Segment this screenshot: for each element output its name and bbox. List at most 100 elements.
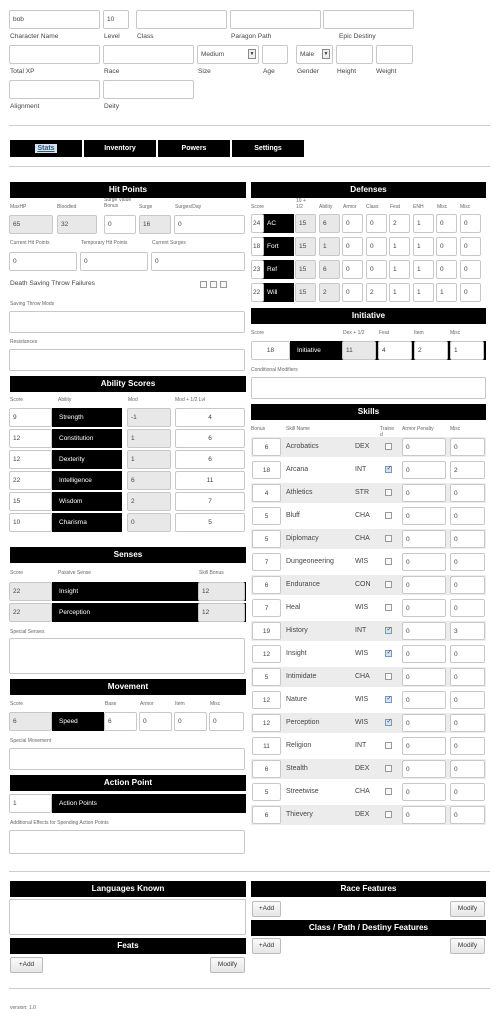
trained-checkbox[interactable] <box>385 673 392 680</box>
tab-settings[interactable]: Settings <box>232 140 304 157</box>
trained-checkbox[interactable] <box>385 694 392 703</box>
defense-component-input[interactable]: 1 <box>413 237 434 256</box>
defense-component-input[interactable]: 1 <box>436 283 457 302</box>
level-input[interactable]: 10 <box>103 10 129 29</box>
defense-component-input[interactable]: 1 <box>413 260 434 279</box>
epic-destiny-input[interactable] <box>323 10 414 29</box>
tab-powers[interactable]: Powers <box>158 140 230 157</box>
height-input[interactable] <box>336 45 373 64</box>
initiative-feat-input[interactable]: 4 <box>378 341 412 360</box>
skill-misc-input[interactable]: 0 <box>450 507 485 525</box>
action-points-input[interactable]: 1 <box>9 794 52 813</box>
armor-penalty-input[interactable]: 0 <box>402 668 446 686</box>
initiative-misc-input[interactable]: 1 <box>450 341 484 360</box>
armor-penalty-input[interactable]: 0 <box>402 622 446 640</box>
total-xp-input[interactable] <box>9 45 100 64</box>
class-features-add-button[interactable]: +Add <box>252 938 281 954</box>
defense-component-input[interactable]: 0 <box>342 260 363 279</box>
ability-score-input[interactable]: 22 <box>9 471 52 490</box>
trained-checkbox[interactable] <box>385 581 392 588</box>
current-surges-input[interactable]: 0 <box>151 252 245 271</box>
armor-penalty-input[interactable]: 0 <box>402 576 446 594</box>
defense-component-input[interactable]: 0 <box>342 283 363 302</box>
death-save-checkbox[interactable] <box>210 281 217 288</box>
skill-misc-input[interactable]: 0 <box>450 668 485 686</box>
armor-penalty-input[interactable]: 0 <box>402 438 446 456</box>
defense-component-input[interactable]: 0 <box>460 260 481 279</box>
armor-penalty-input[interactable]: 0 <box>402 737 446 755</box>
speed-item-input[interactable]: 0 <box>174 712 207 731</box>
defense-component-input[interactable]: 1 <box>413 283 434 302</box>
chevron-down-icon[interactable]: ▼ <box>248 49 256 59</box>
skill-misc-input[interactable]: 0 <box>450 484 485 502</box>
class-features-modify-button[interactable]: Modify <box>450 938 485 954</box>
trained-checkbox[interactable] <box>385 788 392 795</box>
defense-component-input[interactable]: 0 <box>460 237 481 256</box>
defense-component-input[interactable]: 1 <box>389 237 410 256</box>
armor-penalty-input[interactable]: 0 <box>402 530 446 548</box>
defense-component-input[interactable]: 0 <box>460 283 481 302</box>
armor-penalty-input[interactable]: 0 <box>402 760 446 778</box>
race-input[interactable] <box>103 45 194 64</box>
defense-component-input[interactable]: 0 <box>366 214 387 233</box>
trained-checkbox[interactable] <box>385 625 392 634</box>
temp-hp-input[interactable]: 0 <box>80 252 148 271</box>
deity-input[interactable] <box>103 80 194 99</box>
armor-penalty-input[interactable]: 0 <box>402 507 446 525</box>
speed-misc-input[interactable]: 0 <box>209 712 244 731</box>
death-save-checkbox[interactable] <box>220 281 227 288</box>
surges-day-input[interactable]: 0 <box>174 215 245 234</box>
armor-penalty-input[interactable]: 0 <box>402 806 446 824</box>
armor-penalty-input[interactable]: 0 <box>402 484 446 502</box>
skill-misc-input[interactable]: 0 <box>450 691 485 709</box>
skill-misc-input[interactable]: 0 <box>450 783 485 801</box>
weight-input[interactable] <box>376 45 413 64</box>
trained-checkbox[interactable] <box>385 811 392 818</box>
saving-throw-mods-input[interactable] <box>9 311 245 333</box>
trained-checkbox[interactable] <box>385 535 392 542</box>
trained-checkbox[interactable] <box>385 742 392 749</box>
race-features-modify-button[interactable]: Modify <box>450 901 485 917</box>
defense-component-input[interactable]: 0 <box>436 214 457 233</box>
death-save-checkbox[interactable] <box>200 281 207 288</box>
defense-component-input[interactable]: 0 <box>366 260 387 279</box>
skill-misc-input[interactable]: 0 <box>450 806 485 824</box>
defense-component-input[interactable]: 2 <box>389 214 410 233</box>
armor-penalty-input[interactable]: 0 <box>402 553 446 571</box>
ability-score-input[interactable]: 12 <box>9 429 52 448</box>
languages-input[interactable] <box>9 899 246 935</box>
armor-penalty-input[interactable]: 0 <box>402 461 446 479</box>
defense-component-input[interactable]: 1 <box>389 283 410 302</box>
special-movement-input[interactable] <box>9 748 245 770</box>
paragon-path-input[interactable] <box>230 10 321 29</box>
current-hp-input[interactable]: 0 <box>9 252 77 271</box>
race-features-add-button[interactable]: +Add <box>252 901 281 917</box>
feats-modify-button[interactable]: Modify <box>210 957 245 973</box>
ability-score-input[interactable]: 10 <box>9 513 52 532</box>
ability-score-input[interactable]: 9 <box>9 408 52 427</box>
trained-checkbox[interactable] <box>385 717 392 726</box>
speed-base-input[interactable]: 6 <box>104 712 137 731</box>
initiative-item-input[interactable]: 2 <box>414 341 448 360</box>
chevron-down-icon[interactable]: ▼ <box>322 49 330 59</box>
defense-component-input[interactable]: 0 <box>342 237 363 256</box>
age-input[interactable] <box>262 45 288 64</box>
feats-add-button[interactable]: +Add <box>10 957 43 973</box>
skill-misc-input[interactable]: 0 <box>450 645 485 663</box>
skill-misc-input[interactable]: 2 <box>450 461 485 479</box>
defense-component-input[interactable]: 0 <box>342 214 363 233</box>
trained-checkbox[interactable] <box>385 604 392 611</box>
character-name-input[interactable]: bob <box>9 10 100 29</box>
skill-misc-input[interactable]: 0 <box>450 438 485 456</box>
trained-checkbox[interactable] <box>385 489 392 496</box>
defense-component-input[interactable]: 0 <box>460 214 481 233</box>
trained-checkbox[interactable] <box>385 443 392 450</box>
skill-misc-input[interactable]: 0 <box>450 737 485 755</box>
defense-component-input[interactable]: 1 <box>389 260 410 279</box>
tab-inventory[interactable]: Inventory <box>84 140 156 157</box>
trained-checkbox[interactable] <box>385 648 392 657</box>
skill-misc-input[interactable]: 0 <box>450 714 485 732</box>
trained-checkbox[interactable] <box>385 558 392 565</box>
trained-checkbox[interactable] <box>385 765 392 772</box>
armor-penalty-input[interactable]: 0 <box>402 691 446 709</box>
